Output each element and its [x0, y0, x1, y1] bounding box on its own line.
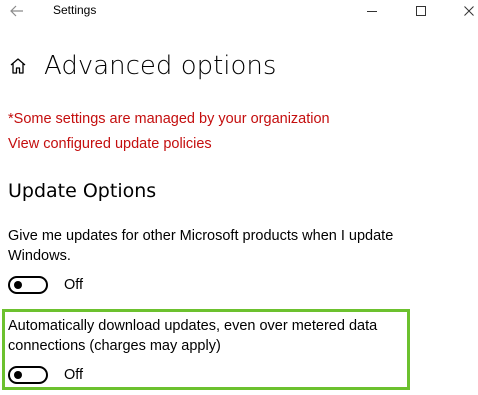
org-managed-warning: *Some settings are managed by your organ…: [8, 111, 330, 127]
option-other-products-toggle-row: Off: [8, 274, 83, 296]
settings-window: Settings Advanced options *Some settings…: [0, 0, 478, 395]
toggle-state-label: Off: [64, 277, 84, 293]
back-button[interactable]: [4, 1, 30, 21]
title-bar: Settings: [0, 0, 478, 22]
minimize-button[interactable]: [349, 0, 395, 22]
close-button[interactable]: [446, 0, 478, 22]
page-title: Advanced options: [44, 51, 277, 81]
other-products-toggle[interactable]: [8, 276, 48, 294]
toggle-knob: [14, 281, 22, 289]
home-icon[interactable]: [8, 56, 28, 76]
metered-download-toggle[interactable]: [8, 366, 48, 384]
close-icon: [464, 6, 474, 16]
back-arrow-icon: [10, 5, 23, 17]
option-other-products-label: Give me updates for other Microsoft prod…: [8, 228, 394, 264]
toggle-state-label: Off: [64, 367, 84, 383]
view-policies-link[interactable]: View configured update policies: [8, 136, 212, 152]
section-heading: Update Options: [8, 180, 157, 202]
page-header: Advanced options: [8, 48, 276, 84]
option-metered-download-label: Automatically download updates, even ove…: [8, 318, 378, 354]
minimize-icon: [367, 11, 377, 12]
option-metered-download-toggle-row: Off: [8, 364, 83, 386]
toggle-knob: [14, 371, 22, 379]
maximize-icon: [416, 6, 426, 16]
maximize-button[interactable]: [398, 0, 444, 22]
window-title: Settings: [53, 3, 97, 17]
